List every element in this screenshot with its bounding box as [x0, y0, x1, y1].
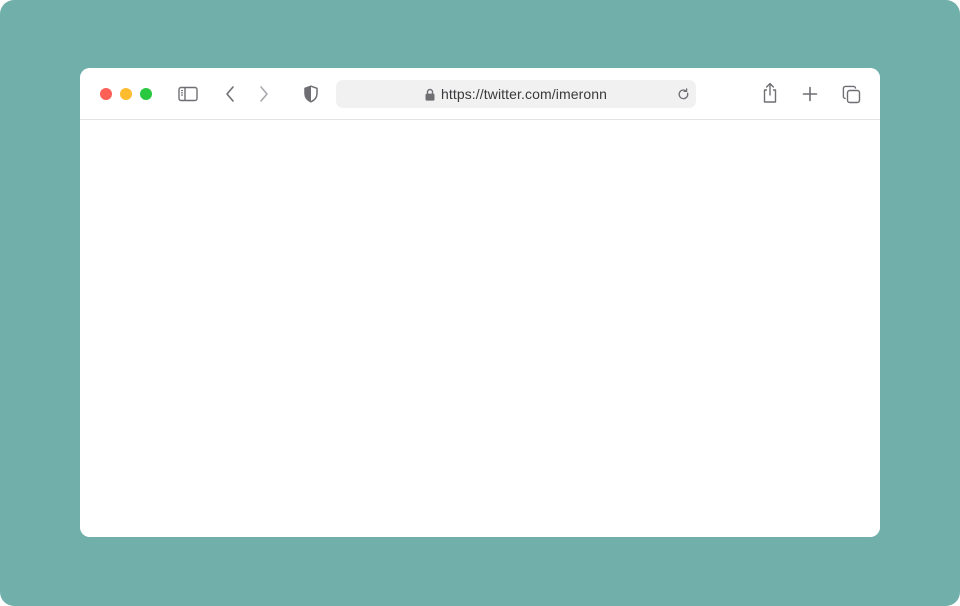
- share-icon: [763, 82, 777, 103]
- new-tab-button[interactable]: [800, 83, 820, 105]
- address-bar[interactable]: https://twitter.com/imeronn: [336, 80, 696, 108]
- chevron-left-icon: [226, 86, 234, 102]
- lock-icon: [425, 88, 435, 101]
- shield-icon: [304, 85, 318, 103]
- browser-window: https://twitter.com/imeronn: [80, 68, 880, 537]
- tabs-icon: [842, 85, 860, 103]
- back-button[interactable]: [220, 83, 240, 105]
- desktop-background: https://twitter.com/imeronn: [0, 0, 960, 606]
- share-button[interactable]: [759, 81, 781, 105]
- web-page-content[interactable]: [80, 120, 880, 537]
- browser-toolbar: https://twitter.com/imeronn: [80, 68, 880, 120]
- reload-icon: [678, 87, 688, 99]
- forward-button[interactable]: [254, 83, 274, 105]
- privacy-report-button[interactable]: [301, 83, 321, 105]
- minimize-window-button[interactable]: [120, 88, 132, 100]
- url-text: https://twitter.com/imeronn: [440, 86, 608, 102]
- chevron-right-icon: [260, 86, 268, 102]
- reload-button[interactable]: [675, 86, 691, 102]
- sidebar-toggle-button[interactable]: [177, 83, 199, 105]
- plus-icon: [802, 86, 818, 102]
- sidebar-icon: [178, 86, 198, 102]
- tab-overview-button[interactable]: [840, 83, 862, 105]
- close-window-button[interactable]: [100, 88, 112, 100]
- zoom-window-button[interactable]: [140, 88, 152, 100]
